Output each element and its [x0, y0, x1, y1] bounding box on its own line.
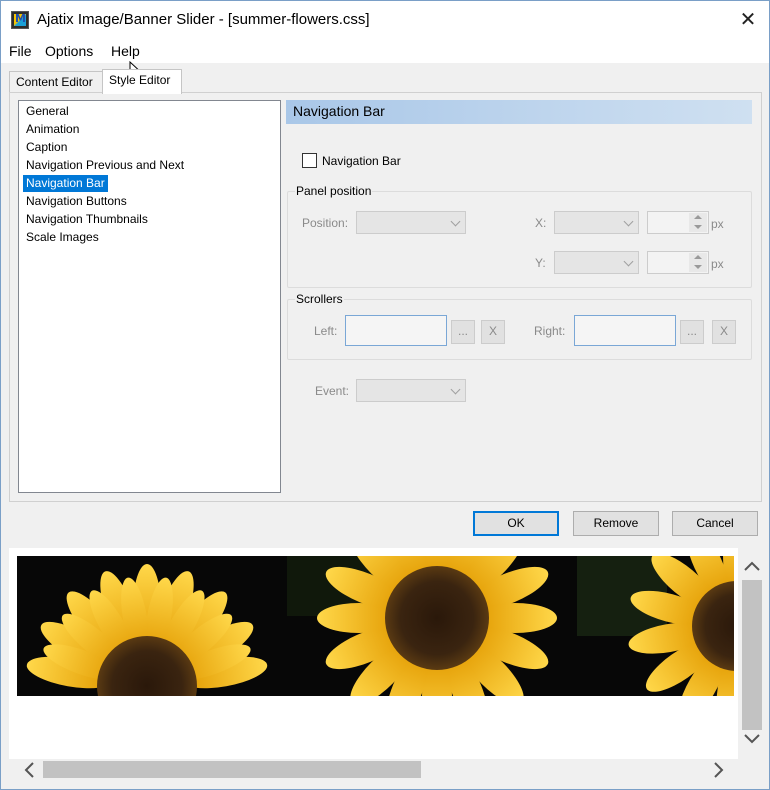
tree-item-navigation-buttons[interactable]: Navigation Buttons	[23, 193, 130, 210]
vertical-scroll-thumb[interactable]	[742, 580, 762, 730]
preview-vertical-scrollbar[interactable]	[738, 548, 766, 759]
app-icon	[11, 11, 29, 29]
y-label: Y:	[535, 256, 546, 270]
remove-button[interactable]: Remove	[573, 511, 659, 536]
position-label: Position:	[302, 216, 349, 230]
tree-item-navigation-thumbnails[interactable]: Navigation Thumbnails	[23, 211, 151, 228]
right-scroller-clear-button[interactable]: X	[712, 320, 736, 344]
title-bar: Ajatix Image/Banner Slider - [summer-flo…	[1, 1, 769, 39]
x-unit: px	[711, 217, 724, 231]
left-scroller-label: Left:	[314, 324, 338, 338]
left-scroller-field[interactable]	[345, 315, 447, 346]
tree-item-navigation-bar[interactable]: Navigation Bar	[23, 175, 108, 192]
tree-item-animation[interactable]: Animation	[23, 121, 82, 138]
event-select[interactable]	[356, 379, 466, 402]
chevron-up-icon[interactable]	[743, 558, 761, 576]
y-stepper[interactable]	[647, 251, 709, 274]
section-title: Navigation Bar	[293, 103, 385, 119]
menu-help[interactable]: Help	[111, 43, 140, 59]
panel-position-label: Panel position	[295, 184, 373, 198]
ok-button[interactable]: OK	[473, 511, 559, 536]
position-select[interactable]	[356, 211, 466, 234]
menu-bar: File Options Help	[1, 39, 769, 63]
right-scroller-label: Right:	[534, 324, 566, 338]
chevron-right-icon[interactable]	[713, 761, 725, 783]
navigation-bar-checkbox[interactable]	[302, 153, 317, 168]
right-scroller-field[interactable]	[574, 315, 676, 346]
cancel-button[interactable]: Cancel	[672, 511, 758, 536]
x-label: X:	[535, 216, 547, 230]
navigation-bar-checkbox-label: Navigation Bar	[322, 154, 401, 168]
event-label: Event:	[315, 384, 350, 398]
left-scroller-clear-button[interactable]: X	[481, 320, 505, 344]
x-select[interactable]	[554, 211, 639, 234]
chevron-down-icon[interactable]	[743, 731, 761, 749]
app-window: Ajatix Image/Banner Slider - [summer-flo…	[0, 0, 770, 790]
left-scroller-browse-button[interactable]: ...	[451, 320, 475, 344]
x-stepper[interactable]	[647, 211, 709, 234]
right-scroller-browse-button[interactable]: ...	[680, 320, 704, 344]
menu-file[interactable]: File	[9, 43, 32, 59]
settings-tree: General Animation Caption Navigation Pre…	[18, 100, 281, 493]
slider-preview	[9, 548, 738, 759]
tab-style-editor[interactable]: Style Editor	[102, 69, 182, 94]
tree-item-scale-images[interactable]: Scale Images	[23, 229, 102, 246]
y-unit: px	[711, 257, 724, 271]
section-header: Navigation Bar	[286, 100, 752, 124]
close-icon[interactable]: ✕	[737, 7, 759, 31]
tab-content-editor[interactable]: Content Editor	[9, 71, 103, 93]
window-title: Ajatix Image/Banner Slider - [summer-flo…	[37, 11, 370, 28]
tree-item-caption[interactable]: Caption	[23, 139, 70, 156]
style-editor-panel: General Animation Caption Navigation Pre…	[9, 92, 762, 502]
chevron-left-icon[interactable]	[23, 761, 35, 783]
y-select[interactable]	[554, 251, 639, 274]
tree-item-general[interactable]: General	[23, 103, 72, 120]
scrollers-label: Scrollers	[295, 292, 344, 306]
menu-options[interactable]: Options	[45, 43, 93, 59]
sunflower-banner-image	[17, 556, 734, 696]
preview-horizontal-scrollbar[interactable]	[9, 759, 738, 781]
tree-item-navigation-previous-next[interactable]: Navigation Previous and Next	[23, 157, 187, 174]
horizontal-scroll-thumb[interactable]	[43, 761, 421, 778]
